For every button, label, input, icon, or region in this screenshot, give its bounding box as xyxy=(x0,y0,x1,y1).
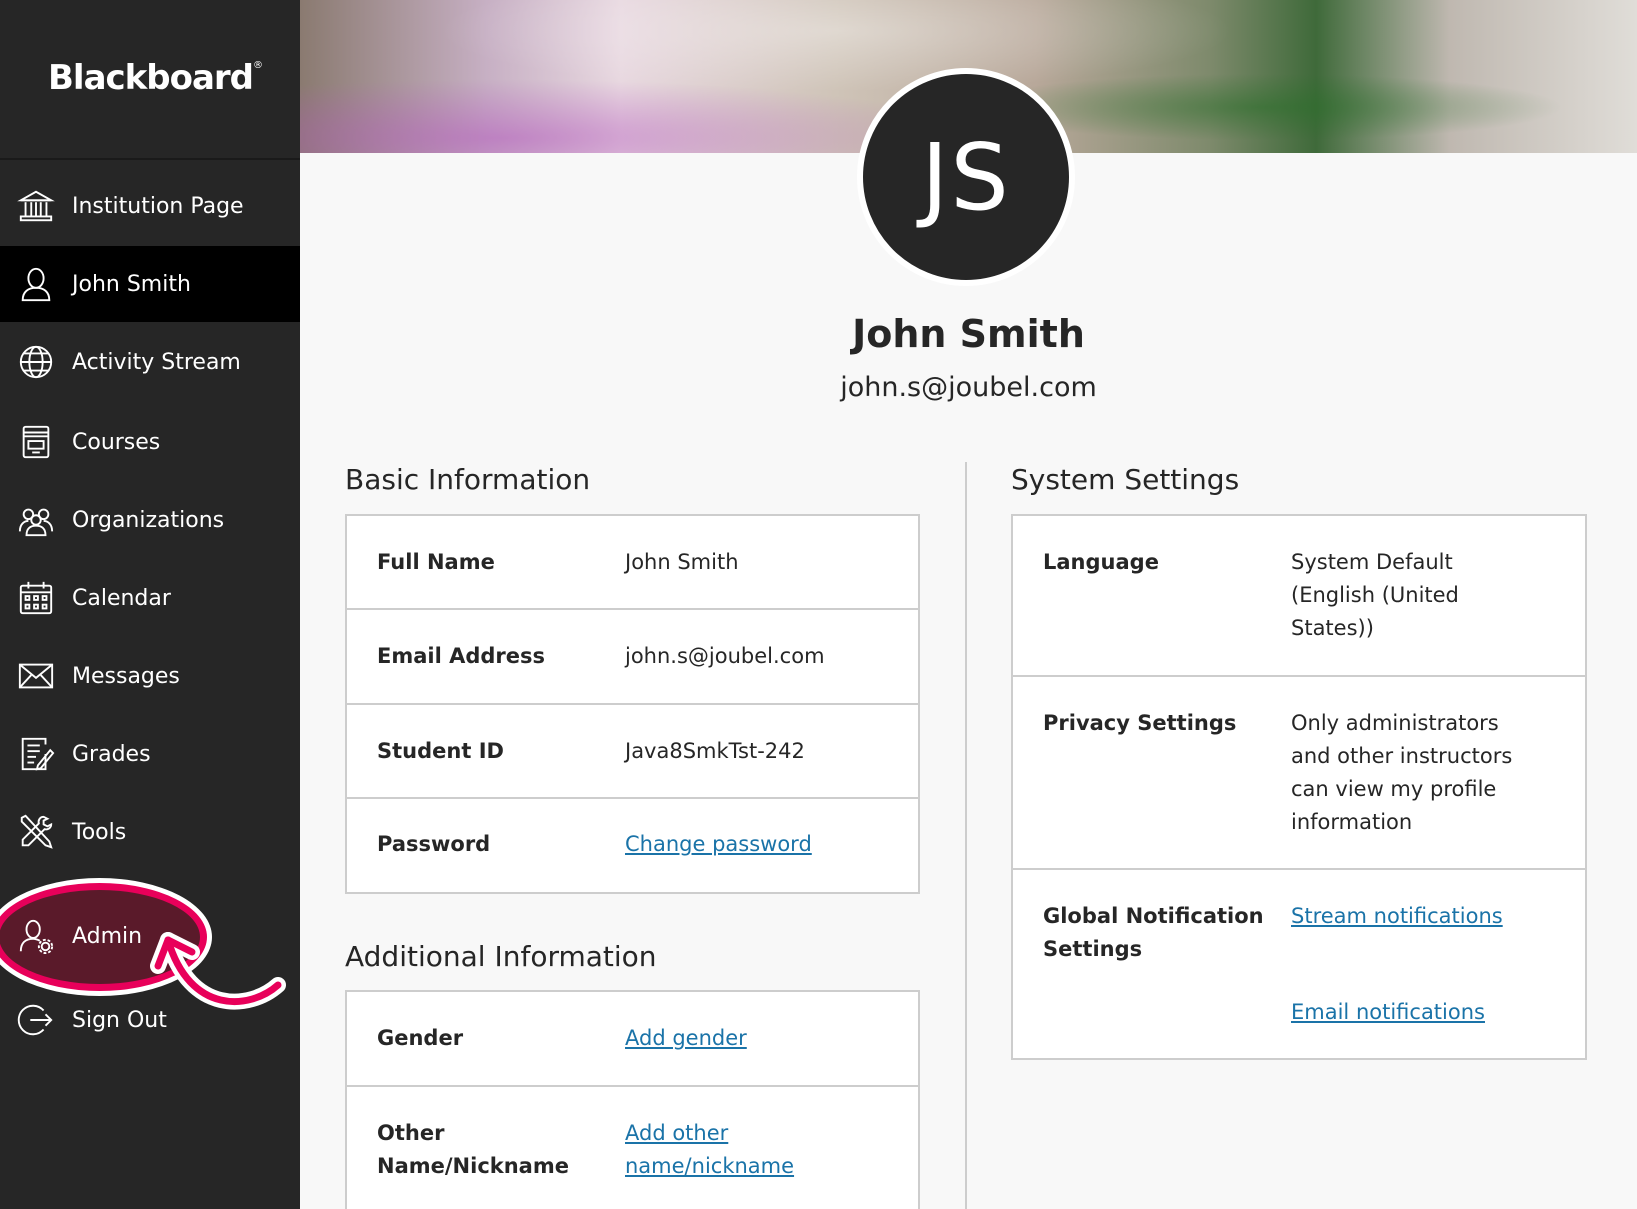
courses-icon xyxy=(16,422,56,462)
system-settings-card: Language System Default (English (United… xyxy=(1011,514,1587,1060)
value-line: States)) xyxy=(1291,616,1374,640)
nav-item-messages[interactable]: Messages xyxy=(0,638,300,714)
profile-name: John Smith xyxy=(852,312,1085,356)
row-label: Password xyxy=(377,832,491,856)
user-icon xyxy=(16,264,56,304)
info-row-full-name: Full Name John Smith xyxy=(347,516,918,610)
value-line: and other instructors xyxy=(1291,744,1513,768)
nav-label: Courses xyxy=(72,429,161,455)
nav-item-tools[interactable]: Tools xyxy=(0,794,300,870)
nav-item-courses[interactable]: Courses xyxy=(0,404,300,480)
globe-icon xyxy=(16,342,56,382)
system-settings-title: System Settings xyxy=(1011,463,1240,496)
privacy-value: Only administrators and other instructor… xyxy=(1291,707,1512,839)
nav-label: Activity Stream xyxy=(72,349,241,375)
add-gender-link[interactable]: Add gender xyxy=(625,1022,747,1055)
info-row-student-id: Student ID Java8SmkTst-242 xyxy=(347,705,918,799)
column-divider xyxy=(965,462,967,1209)
row-label: Email Address xyxy=(377,644,546,668)
nav-item-grades[interactable]: Grades xyxy=(0,716,300,792)
additional-information-card: Gender Add gender Other Name/Nickname Ad… xyxy=(345,990,920,1209)
nav-item-organizations[interactable]: Organizations xyxy=(0,482,300,558)
nav-label: Admin xyxy=(72,923,143,949)
nav-label: John Smith xyxy=(72,271,191,297)
institution-icon xyxy=(16,186,56,226)
avatar[interactable]: JS xyxy=(857,68,1075,286)
email-notifications-link[interactable]: Email notifications xyxy=(1291,996,1485,1029)
avatar-initials: JS xyxy=(921,123,1011,231)
admin-icon xyxy=(16,916,56,956)
nav-label: Organizations xyxy=(72,507,225,533)
nav-item-calendar[interactable]: Calendar xyxy=(0,560,300,636)
nav-label: Grades xyxy=(72,741,151,767)
nav-label: Institution Page xyxy=(72,193,244,219)
info-row-gender: Gender Add gender xyxy=(347,992,918,1087)
settings-row-language: Language System Default (English (United… xyxy=(1013,516,1585,677)
annotation-arrow-icon xyxy=(150,932,286,1010)
profile-email: john.s@joubel.com xyxy=(840,372,1097,403)
settings-row-privacy: Privacy Settings Only administrators and… xyxy=(1013,677,1585,870)
sign-out-icon xyxy=(16,1000,56,1040)
nav-label: Messages xyxy=(72,663,180,689)
tools-icon xyxy=(16,812,56,852)
nav-item-institution-page[interactable]: Institution Page xyxy=(0,168,300,244)
row-label: Gender xyxy=(377,1026,464,1050)
nav-label: Calendar xyxy=(72,585,171,611)
info-row-email: Email Address john.s@joubel.com xyxy=(347,610,918,705)
additional-information-title: Additional Information xyxy=(345,940,657,973)
change-password-link[interactable]: Change password xyxy=(625,828,812,861)
organizations-icon xyxy=(16,500,56,540)
row-label: Global Notification Settings xyxy=(1043,900,1264,966)
basic-information-title: Basic Information xyxy=(345,463,591,496)
value-line: Only administrators xyxy=(1291,711,1499,735)
row-label: Language xyxy=(1043,550,1159,574)
row-label: Other Name/Nickname xyxy=(377,1117,569,1183)
row-label-line: Name/Nickname xyxy=(377,1154,569,1178)
basic-information-card: Full Name John Smith Email Address john.… xyxy=(345,514,920,894)
link-line[interactable]: name/nickname xyxy=(625,1154,794,1178)
envelope-icon xyxy=(16,656,56,696)
logo-divider xyxy=(0,158,300,160)
blackboard-logo[interactable]: Blackboard® xyxy=(48,58,263,98)
add-nickname-link[interactable]: Add other name/nickname xyxy=(625,1117,794,1183)
row-label: Student ID xyxy=(377,739,504,763)
row-label: Privacy Settings xyxy=(1043,711,1237,735)
value-line: (English (United xyxy=(1291,583,1459,607)
language-value: System Default (English (United States)) xyxy=(1291,546,1459,645)
value-line: System Default xyxy=(1291,550,1453,574)
value-line: information xyxy=(1291,810,1413,834)
grades-icon xyxy=(16,734,56,774)
row-label: Full Name xyxy=(377,550,495,574)
row-label-line: Settings xyxy=(1043,937,1143,961)
nav-item-profile[interactable]: John Smith xyxy=(0,246,300,322)
link-line[interactable]: Add other xyxy=(625,1121,728,1145)
info-row-nickname: Other Name/Nickname Add other name/nickn… xyxy=(347,1087,918,1209)
row-label-line: Other xyxy=(377,1121,445,1145)
settings-row-notifications: Global Notification Settings Stream noti… xyxy=(1013,870,1585,1058)
nav-label: Tools xyxy=(72,819,127,845)
nav-item-activity-stream[interactable]: Activity Stream xyxy=(0,324,300,400)
sidebar: Blackboard® Institution Page John Smith xyxy=(0,0,300,1209)
row-label-line: Global Notification xyxy=(1043,904,1264,928)
row-value: John Smith xyxy=(625,550,739,574)
row-value: john.s@joubel.com xyxy=(625,644,825,668)
info-row-password: Password Change password xyxy=(347,799,918,892)
calendar-icon xyxy=(16,578,56,618)
value-line: can view my profile xyxy=(1291,777,1497,801)
stream-notifications-link[interactable]: Stream notifications xyxy=(1291,900,1503,933)
row-value: Java8SmkTst-242 xyxy=(625,739,805,763)
